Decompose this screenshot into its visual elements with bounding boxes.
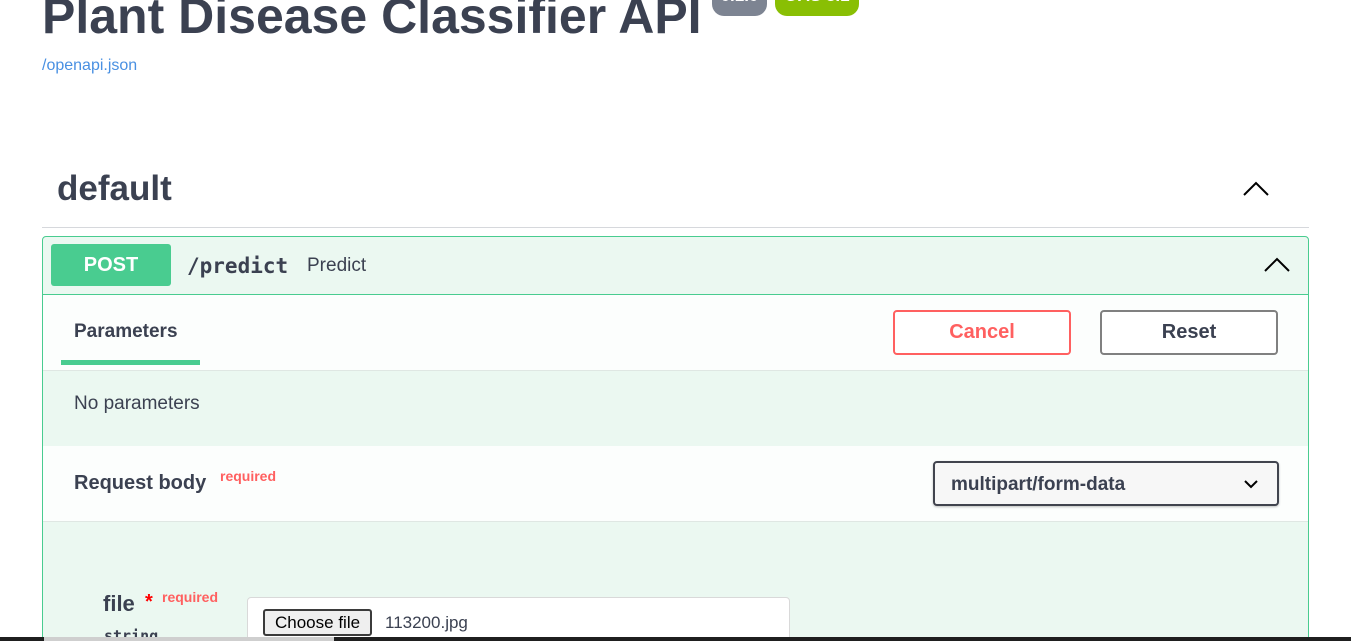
scrollbar-thumb[interactable] bbox=[44, 637, 334, 641]
bottom-scrollbar[interactable] bbox=[0, 637, 1351, 641]
selected-file-name: 113200.jpg bbox=[385, 613, 468, 632]
chevron-down-icon bbox=[1244, 480, 1258, 489]
opblock-post-predict: POST /predict Predict Parameters Cancel … bbox=[42, 236, 1309, 641]
parameters-header: Parameters Cancel Reset bbox=[43, 295, 1308, 371]
version-badge: 0.1.0 bbox=[711, 0, 768, 16]
reset-button[interactable]: Reset bbox=[1100, 310, 1278, 355]
chevron-up-icon[interactable] bbox=[1241, 179, 1271, 199]
method-badge: POST bbox=[51, 244, 171, 286]
field-required: required bbox=[162, 589, 219, 605]
tag-name: default bbox=[57, 169, 172, 208]
tab-active-indicator bbox=[61, 360, 200, 365]
api-title-row: Plant Disease Classifier API 0.1.0 OAS 3… bbox=[42, 0, 859, 46]
tab-parameters[interactable]: Parameters bbox=[74, 321, 178, 343]
request-body-label: Request body bbox=[74, 472, 207, 494]
oas-badge: OAS 3.1 bbox=[775, 0, 859, 16]
api-title: Plant Disease Classifier API bbox=[42, 0, 702, 44]
request-body-required: required bbox=[220, 468, 277, 484]
choose-file-button[interactable]: Choose file bbox=[263, 609, 373, 636]
chevron-up-icon[interactable] bbox=[1262, 255, 1292, 275]
required-star: * bbox=[145, 591, 153, 613]
operation-path: /predict bbox=[187, 254, 289, 278]
operation-summary: Predict bbox=[307, 255, 367, 276]
file-input[interactable]: Choose file 113200.jpg bbox=[247, 597, 790, 641]
content-type-select[interactable]: multipart/form-data bbox=[933, 461, 1279, 506]
field-name: file bbox=[103, 591, 135, 616]
tag-section-default[interactable]: default bbox=[42, 165, 1309, 228]
opblock-summary[interactable]: POST /predict Predict bbox=[43, 237, 1308, 295]
no-parameters-text: No parameters bbox=[74, 393, 200, 414]
openapi-json-link[interactable]: /openapi.json bbox=[42, 57, 137, 75]
cancel-button[interactable]: Cancel bbox=[893, 310, 1071, 355]
content-type-value: multipart/form-data bbox=[951, 474, 1126, 495]
request-body-header: Request body required multipart/form-dat… bbox=[43, 446, 1308, 522]
